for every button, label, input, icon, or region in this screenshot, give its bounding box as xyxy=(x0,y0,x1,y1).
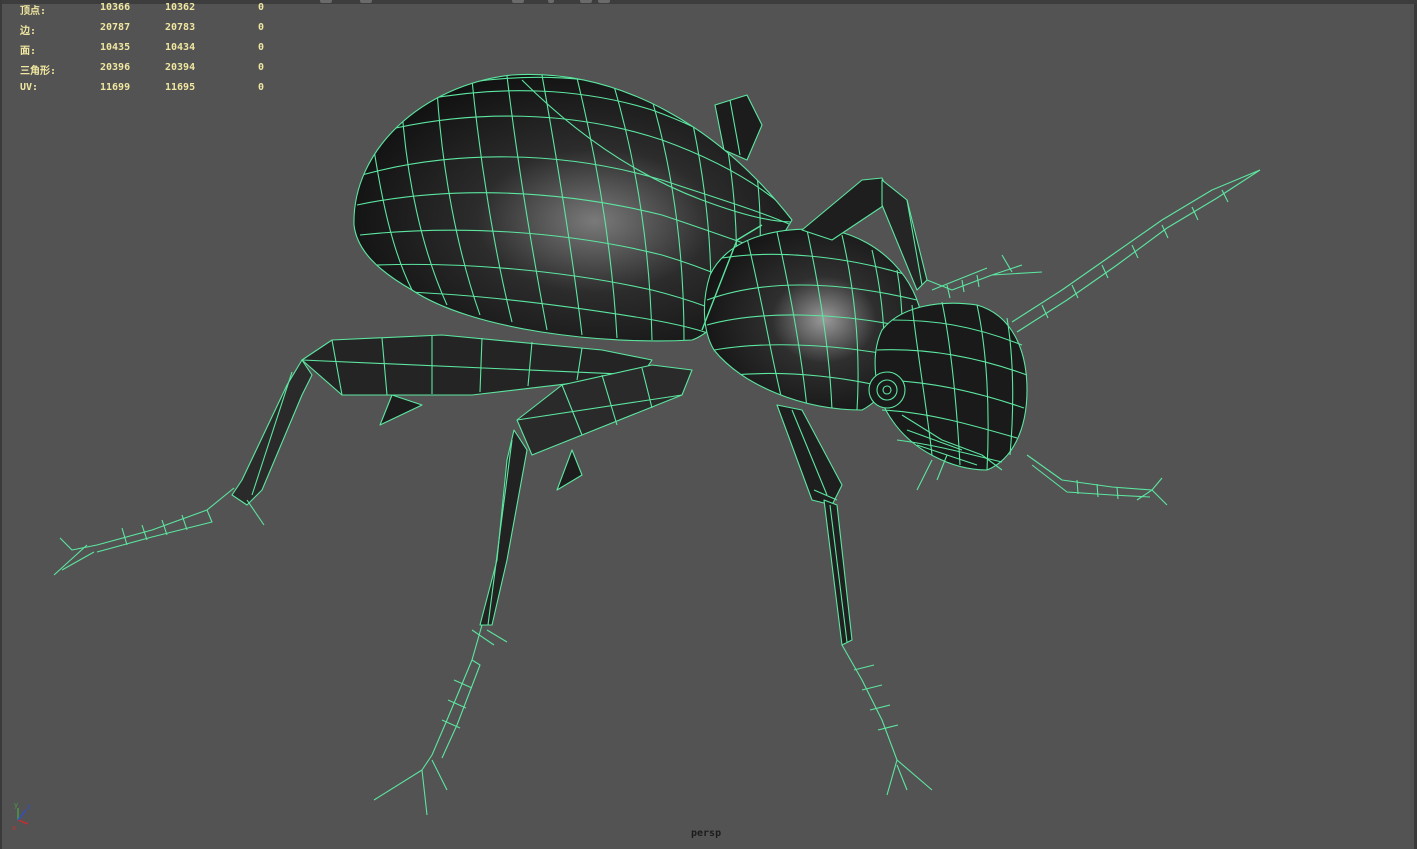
mouthpart-palp xyxy=(1026,454,1168,506)
front-left-leg xyxy=(373,364,693,816)
middle-right-leg xyxy=(776,404,933,796)
antenna xyxy=(1011,169,1261,333)
camera-name-label: persp xyxy=(691,828,722,839)
middle-left-leg xyxy=(53,334,653,576)
perspective-viewport[interactable]: 顶点: 10366 10362 0 边: 20787 20783 0 面: 10… xyxy=(0,0,1417,849)
axis-x-label: x xyxy=(12,824,16,832)
axis-y-label: y xyxy=(14,801,18,809)
beetle-wireframe-model[interactable] xyxy=(2,0,1417,849)
axis-z-label: z xyxy=(27,803,31,811)
axis-gizmo-icon: z y x xyxy=(12,801,31,832)
head-mesh xyxy=(868,301,1028,491)
